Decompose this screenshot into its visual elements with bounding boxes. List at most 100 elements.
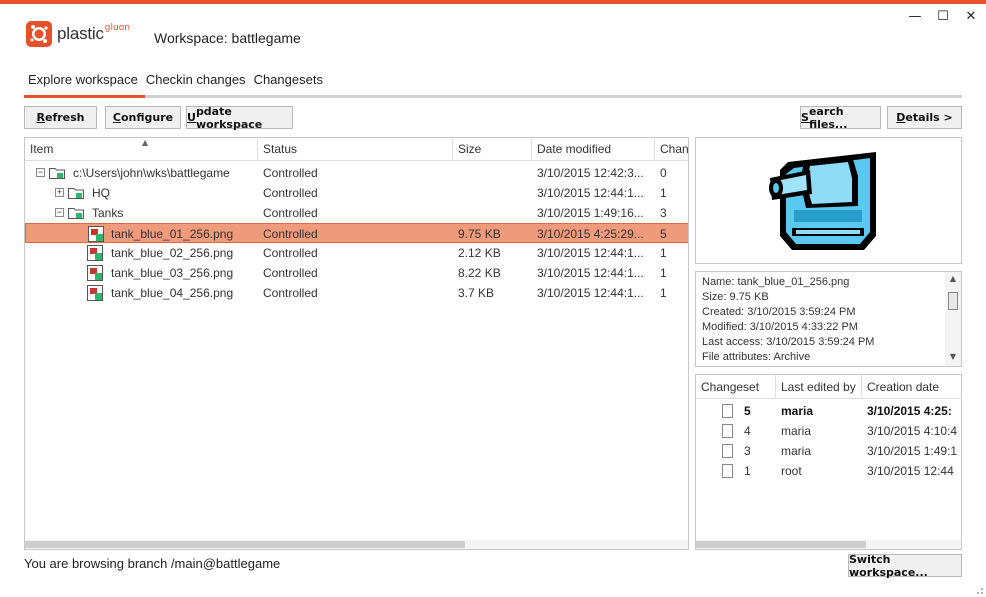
details-button[interactable]: Details > — [887, 106, 962, 129]
collapse-icon[interactable]: − — [36, 168, 45, 177]
item-status: Controlled — [263, 286, 318, 300]
tab-checkin-changes[interactable]: Checkin changes — [142, 72, 250, 96]
column-date-modified[interactable]: Date modified — [532, 138, 655, 161]
item-changeset: 1 — [660, 286, 667, 300]
column-creation-date[interactable]: Creation date — [862, 375, 961, 399]
scrollbar-thumb[interactable] — [25, 541, 465, 548]
column-last-edited-by[interactable]: Last edited by — [776, 375, 862, 399]
prop-created: Created: 3/10/2015 3:59:24 PM — [702, 306, 856, 318]
history-row[interactable]: 4 maria 3/10/2015 4:10:4 — [696, 421, 961, 441]
tree-row[interactable]: − Tanks Controlled 3/10/2015 1:49:16... … — [25, 203, 688, 223]
history-row[interactable]: 3 maria 3/10/2015 1:49:1 — [696, 441, 961, 461]
tree-header: Item ▲ Status Size Date modified Chan — [25, 138, 688, 161]
prop-name: Name: tank_blue_01_256.png — [702, 276, 850, 288]
sort-ascending-icon: ▲ — [142, 138, 149, 147]
branch-status-text: You are browsing branch /main@battlegame — [24, 556, 281, 571]
changeset-number: 3 — [744, 444, 751, 458]
changeset-date: 3/10/2015 4:25: — [867, 404, 952, 418]
tree-row-selected[interactable]: tank_blue_01_256.png Controlled 9.75 KB … — [25, 223, 688, 243]
properties-vertical-scrollbar[interactable]: ▲ ▼ — [945, 272, 961, 366]
tab-changesets[interactable]: Changesets — [250, 72, 327, 96]
changeset-icon — [722, 444, 733, 458]
switch-workspace-button[interactable]: Switch workspace... — [848, 553, 962, 579]
configure-button[interactable]: Configure — [105, 106, 181, 129]
item-status: Controlled — [263, 246, 318, 260]
logo-wordmark: plastic — [57, 24, 104, 43]
maximize-button[interactable]: ☐ — [936, 8, 950, 24]
close-button[interactable]: ✕ — [964, 8, 978, 24]
changeset-icon — [722, 404, 733, 418]
logo-gluon: gluon — [104, 23, 130, 33]
workspace-tree[interactable]: Item ▲ Status Size Date modified Chan − … — [24, 137, 689, 550]
scroll-up-icon[interactable]: ▲ — [945, 274, 961, 288]
tree-row[interactable]: tank_blue_04_256.png Controlled 3.7 KB 3… — [25, 283, 688, 303]
changeset-date: 3/10/2015 1:49:1 — [867, 444, 958, 458]
changeset-history[interactable]: Changeset Last edited by Creation date 5… — [695, 374, 962, 550]
item-name: tank_blue_04_256.png — [111, 286, 234, 300]
png-file-icon — [88, 226, 104, 242]
item-changeset: 1 — [660, 186, 667, 200]
prop-attributes: File attributes: Archive — [702, 351, 811, 363]
update-workspace-button[interactable]: Update workspace — [186, 104, 293, 131]
tab-divider — [24, 95, 962, 98]
history-row[interactable]: 5 maria 3/10/2015 4:25: — [696, 401, 961, 421]
file-properties[interactable]: Name: tank_blue_01_256.png Size: 9.75 KB… — [695, 271, 962, 367]
history-header: Changeset Last edited by Creation date — [696, 375, 961, 399]
expand-icon[interactable]: + — [55, 188, 64, 197]
column-changeset[interactable]: Chan — [655, 138, 688, 161]
app-logo: plastic gluon — [25, 20, 130, 48]
title-accent-bar — [0, 0, 986, 4]
refresh-button[interactable]: Refresh — [24, 106, 97, 129]
item-name: HQ — [92, 186, 110, 200]
item-changeset: 1 — [660, 266, 667, 280]
item-name: tank_blue_02_256.png — [111, 246, 234, 260]
column-size[interactable]: Size — [453, 138, 532, 161]
minimize-button[interactable]: — — [908, 8, 922, 24]
png-file-icon — [87, 245, 103, 261]
configure-accel: C — [112, 111, 121, 124]
tab-explore-workspace[interactable]: Explore workspace — [24, 72, 142, 96]
scrollbar-thumb[interactable] — [948, 292, 958, 310]
workspace-title: Workspace: battlegame — [154, 30, 301, 46]
history-row[interactable]: 1 root 3/10/2015 12:44 — [696, 461, 961, 481]
tree-row[interactable]: − c:\Users\john\wks\battlegame Controlle… — [25, 163, 688, 183]
column-status[interactable]: Status — [258, 138, 453, 161]
active-tab-indicator — [24, 95, 145, 98]
search-files-button[interactable]: Search files... — [800, 104, 881, 131]
item-name: c:\Users\john\wks\battlegame — [73, 166, 230, 180]
tree-row[interactable]: + HQ Controlled 3/10/2015 12:44:1... 1 — [25, 183, 688, 203]
scrollbar-thumb[interactable] — [696, 541, 866, 548]
column-changeset[interactable]: Changeset — [696, 375, 776, 399]
refresh-label: efresh — [44, 111, 85, 124]
item-date: 3/10/2015 12:44:1... — [537, 286, 644, 300]
changeset-user: root — [781, 464, 802, 478]
item-size: 2.12 KB — [458, 246, 501, 260]
resize-grip-icon[interactable] — [974, 585, 984, 595]
item-changeset: 5 — [660, 227, 667, 241]
scroll-down-icon[interactable]: ▼ — [945, 352, 961, 366]
item-date: 3/10/2015 12:44:1... — [537, 266, 644, 280]
item-status: Controlled — [263, 227, 318, 241]
update-accel: U — [187, 111, 196, 124]
folder-icon — [68, 208, 84, 219]
changeset-user: maria — [781, 404, 814, 418]
changeset-number: 5 — [744, 404, 751, 418]
collapse-icon[interactable]: − — [55, 208, 64, 217]
search-accel: S — [801, 111, 809, 124]
prop-last-access: Last access: 3/10/2015 3:59:24 PM — [702, 336, 875, 348]
details-accel: D — [896, 111, 906, 124]
update-label: pdate workspace — [195, 104, 263, 131]
tree-horizontal-scrollbar[interactable] — [25, 540, 688, 549]
item-date: 3/10/2015 12:44:1... — [537, 186, 644, 200]
item-date: 3/10/2015 1:49:16... — [537, 206, 644, 220]
changeset-icon — [722, 424, 733, 438]
tree-row[interactable]: tank_blue_02_256.png Controlled 2.12 KB … — [25, 243, 688, 263]
tree-row[interactable]: tank_blue_03_256.png Controlled 8.22 KB … — [25, 263, 688, 283]
history-horizontal-scrollbar[interactable] — [696, 540, 961, 549]
tank-preview-image — [769, 152, 876, 250]
changeset-date: 3/10/2015 12:44 — [867, 464, 954, 478]
item-changeset: 0 — [660, 166, 667, 180]
plastic-logo-icon — [26, 21, 52, 47]
search-label: earch files... — [808, 104, 848, 131]
item-name: Tanks — [92, 206, 124, 220]
